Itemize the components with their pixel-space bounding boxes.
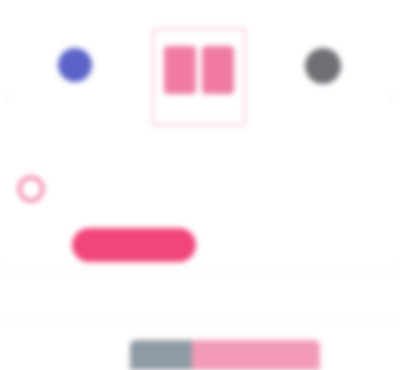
selected-option-pill[interactable] xyxy=(72,228,196,262)
pink-theme-icon xyxy=(164,46,234,94)
theme-option-gray[interactable] xyxy=(278,28,368,128)
chevron-left-icon[interactable]: ‹ xyxy=(4,88,9,106)
bottom-bar-gray-segment[interactable] xyxy=(130,340,192,370)
options-row xyxy=(0,269,400,320)
blue-theme-icon xyxy=(58,48,92,82)
options-grid xyxy=(0,218,400,320)
theme-picker-page: ‹ › xyxy=(0,0,400,370)
theme-option-pink-selected[interactable] xyxy=(152,28,246,126)
options-row xyxy=(0,218,400,269)
theme-carousel: ‹ › xyxy=(0,28,400,148)
bottom-action-bar[interactable] xyxy=(130,340,320,370)
chevron-right-icon[interactable]: › xyxy=(389,88,394,106)
bottom-bar-pink-segment[interactable] xyxy=(192,340,320,370)
gray-theme-icon xyxy=(305,48,341,84)
theme-option-blue[interactable] xyxy=(30,28,120,128)
pink-ring-icon[interactable] xyxy=(18,176,44,202)
category-tabs xyxy=(14,176,394,204)
